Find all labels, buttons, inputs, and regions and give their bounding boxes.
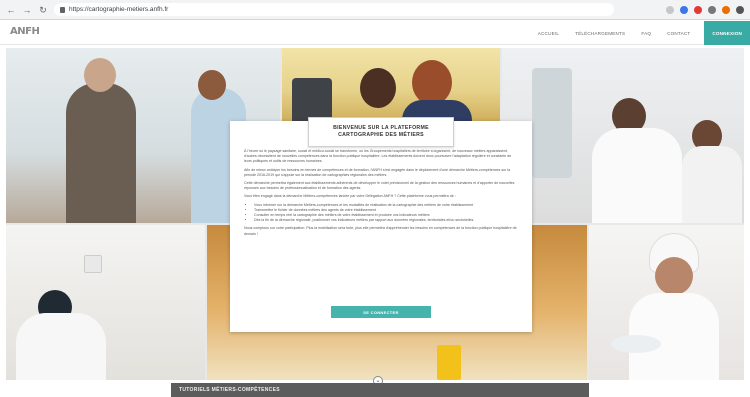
forward-arrow-icon[interactable]: → — [22, 5, 32, 15]
extension-icon[interactable] — [722, 5, 730, 14]
welcome-panel: BIENVENUE SUR LA PLATEFORME CARTOGRAPHIE… — [230, 117, 532, 332]
nav-contact[interactable]: CONTACT — [667, 31, 690, 36]
list-item: Dès la fin de la démarche régionale, pos… — [254, 218, 518, 223]
anfh-logo[interactable]: ANFH — [10, 26, 46, 40]
platform-features-list: Vous informer sur la démarche Métiers-co… — [254, 203, 518, 224]
intro-paragraph: À l'heure où le paysage sanitaire, socia… — [244, 149, 512, 164]
site-header: ANFH ACCUEIL TÉLÉCHARGEMENTS FAQ CONTACT… — [0, 21, 750, 45]
url-text: https://cartographie-metiers.anfh.fr — [69, 6, 169, 13]
welcome-title-line1: BIENVENUE SUR LA PLATEFORME — [333, 125, 429, 131]
painter-photo — [6, 225, 205, 380]
tutorials-title: TUTORIELS MÉTIERS-COMPÉTENCES — [179, 387, 280, 393]
extension-icon[interactable] — [680, 5, 688, 14]
reload-icon[interactable]: ↻ — [38, 5, 48, 15]
nurse-photo — [589, 225, 744, 380]
tutorials-band: TUTORIELS MÉTIERS-COMPÉTENCES — [171, 383, 589, 397]
extension-icon[interactable] — [694, 5, 702, 14]
address-bar[interactable]: https://cartographie-metiers.anfh.fr — [54, 3, 614, 16]
closing-paragraph: Nous comptons sur votre participation. P… — [244, 226, 517, 236]
browser-toolbar: ← → ↻ https://cartographie-metiers.anfh.… — [0, 0, 750, 20]
laboratory-photo — [502, 48, 744, 223]
platform-paragraph: Vous êtes engagé dans la démarche Métier… — [244, 194, 456, 199]
welcome-title-line2: CARTOGRAPHIE DES MÉTIERS — [338, 132, 424, 138]
main-nav: ACCUEIL TÉLÉCHARGEMENTS FAQ CONTACT CONN… — [530, 21, 750, 45]
nav-faq[interactable]: FAQ — [641, 31, 651, 36]
extension-icons — [666, 5, 744, 14]
benefits-paragraph: Cette démarche permettra également aux é… — [244, 181, 515, 191]
back-arrow-icon[interactable]: ← — [6, 5, 16, 15]
nav-telechargements[interactable]: TÉLÉCHARGEMENTS — [575, 31, 625, 36]
extension-icon[interactable] — [708, 5, 716, 14]
star-icon[interactable] — [666, 5, 674, 14]
nav-accueil[interactable]: ACCUEIL — [538, 31, 559, 36]
se-connecter-button[interactable]: SE CONNECTER — [331, 306, 431, 318]
lock-icon — [60, 6, 65, 13]
profile-icon[interactable] — [736, 5, 744, 14]
connexion-button[interactable]: CONNEXION — [704, 21, 750, 45]
welcome-title: BIENVENUE SUR LA PLATEFORME CARTOGRAPHIE… — [308, 117, 454, 147]
approach-paragraph: Afin de mieux anticiper les besoins en t… — [244, 167, 511, 177]
